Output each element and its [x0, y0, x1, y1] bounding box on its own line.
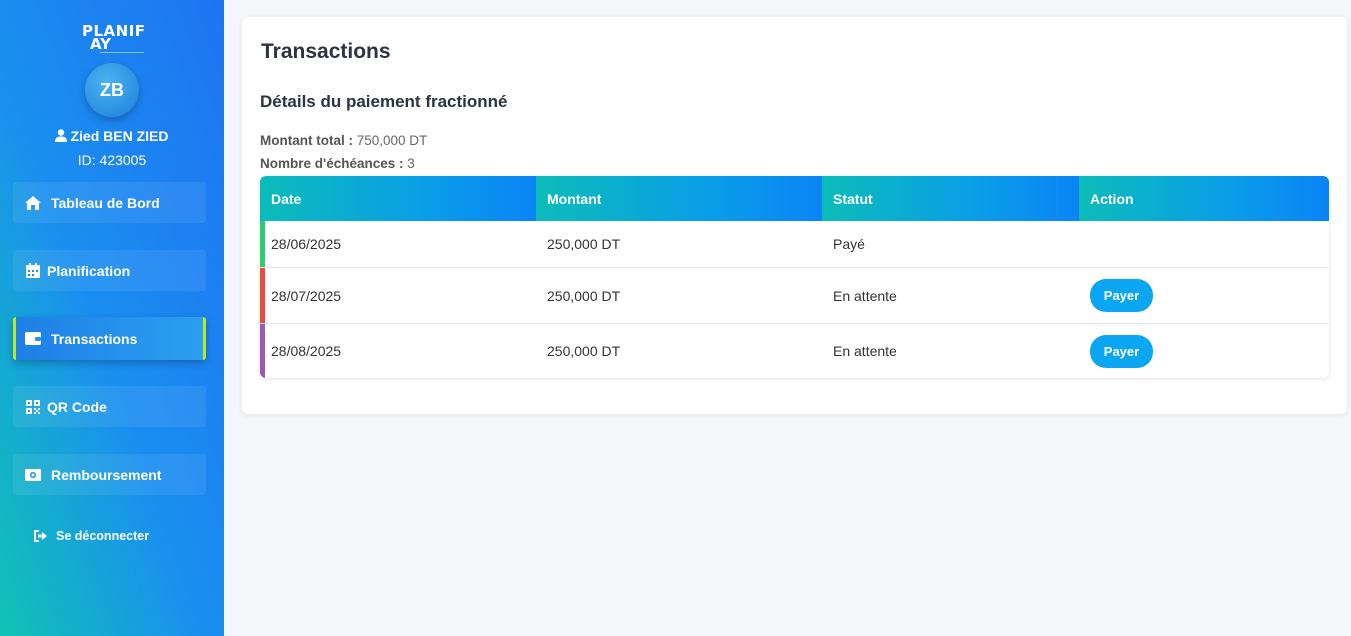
table-row: 28/07/2025 250,000 DT En attente Payer	[260, 267, 1329, 323]
sidebar-item-transactions[interactable]: Transactions	[13, 317, 206, 360]
pay-button[interactable]: Payer	[1090, 334, 1153, 368]
total-amount: Montant total : 750,000 DT	[260, 133, 427, 148]
cell-status: Payé	[833, 236, 865, 252]
logo-underline	[100, 52, 144, 53]
column-header-status: Statut	[822, 176, 1079, 221]
wallet-icon	[25, 331, 41, 347]
page-title: Transactions	[261, 40, 391, 63]
installment-count: Nombre d'échéances : 3	[260, 156, 415, 171]
app-logo[interactable]: PLANIF AY	[82, 22, 145, 54]
logout-button[interactable]: Se déconnecter	[34, 529, 149, 543]
transactions-card: Transactions Détails du paiement fractio…	[242, 17, 1347, 414]
total-amount-value: 750,000 DT	[356, 133, 428, 148]
user-icon	[55, 129, 68, 142]
sidebar-item-label: Remboursement	[51, 466, 162, 483]
qrcode-icon	[25, 399, 41, 415]
cell-date: 28/08/2025	[271, 343, 342, 359]
installment-count-label: Nombre d'échéances :	[260, 156, 404, 171]
sidebar-item-tableau-de-bord[interactable]: Tableau de Bord	[13, 182, 206, 223]
cell-amount: 250,000 DT	[547, 287, 621, 304]
cell-status: En attente	[833, 343, 897, 359]
total-amount-label: Montant total :	[260, 133, 353, 148]
sidebar-item-remboursement[interactable]: Remboursement	[13, 454, 206, 495]
column-header-action: Action	[1079, 176, 1329, 221]
sidebar-item-label: Planification	[47, 262, 131, 279]
logo-text-line2: AY	[90, 35, 112, 53]
home-icon	[25, 195, 41, 211]
user-id: ID: 423005	[77, 152, 147, 168]
installments-table: Date Montant Statut Action 28/06/2025 25…	[260, 176, 1329, 378]
cell-action: Payer	[1079, 324, 1153, 378]
column-header-date: Date	[260, 176, 536, 221]
cell-amount: 250,000 DT	[547, 236, 621, 252]
sign-out-icon	[34, 530, 48, 542]
user-name: Zied BEN ZIED	[0, 128, 224, 144]
section-title: Détails du paiement fractionné	[260, 92, 508, 111]
sidebar-item-label: QR Code	[47, 398, 107, 415]
table-row: 28/08/2025 250,000 DT En attente Payer	[260, 323, 1329, 378]
money-icon	[25, 467, 41, 483]
table-row: 28/06/2025 250,000 DT Payé	[260, 221, 1329, 267]
cell-status: En attente	[833, 287, 897, 304]
sidebar-item-qr-code[interactable]: QR Code	[13, 386, 206, 427]
sidebar-item-label: Transactions	[51, 330, 138, 347]
cell-action: Payer	[1079, 268, 1153, 323]
column-header-amount: Montant	[536, 176, 822, 221]
installment-count-value: 3	[407, 156, 415, 171]
sidebar: PLANIF AY ZB Zied BEN ZIED ID: 423005 Ta…	[0, 0, 224, 636]
cell-date: 28/06/2025	[271, 236, 342, 252]
table-header: Date Montant Statut Action	[260, 176, 1329, 221]
avatar: ZB	[85, 63, 139, 117]
logout-label: Se déconnecter	[56, 529, 150, 543]
calendar-icon	[25, 263, 41, 279]
sidebar-item-planification[interactable]: Planification	[13, 250, 206, 291]
pay-button[interactable]: Payer	[1090, 279, 1153, 312]
user-name-text: Zied BEN ZIED	[70, 128, 169, 144]
sidebar-item-label: Tableau de Bord	[51, 194, 160, 211]
cell-date: 28/07/2025	[271, 287, 342, 304]
cell-amount: 250,000 DT	[547, 343, 621, 359]
